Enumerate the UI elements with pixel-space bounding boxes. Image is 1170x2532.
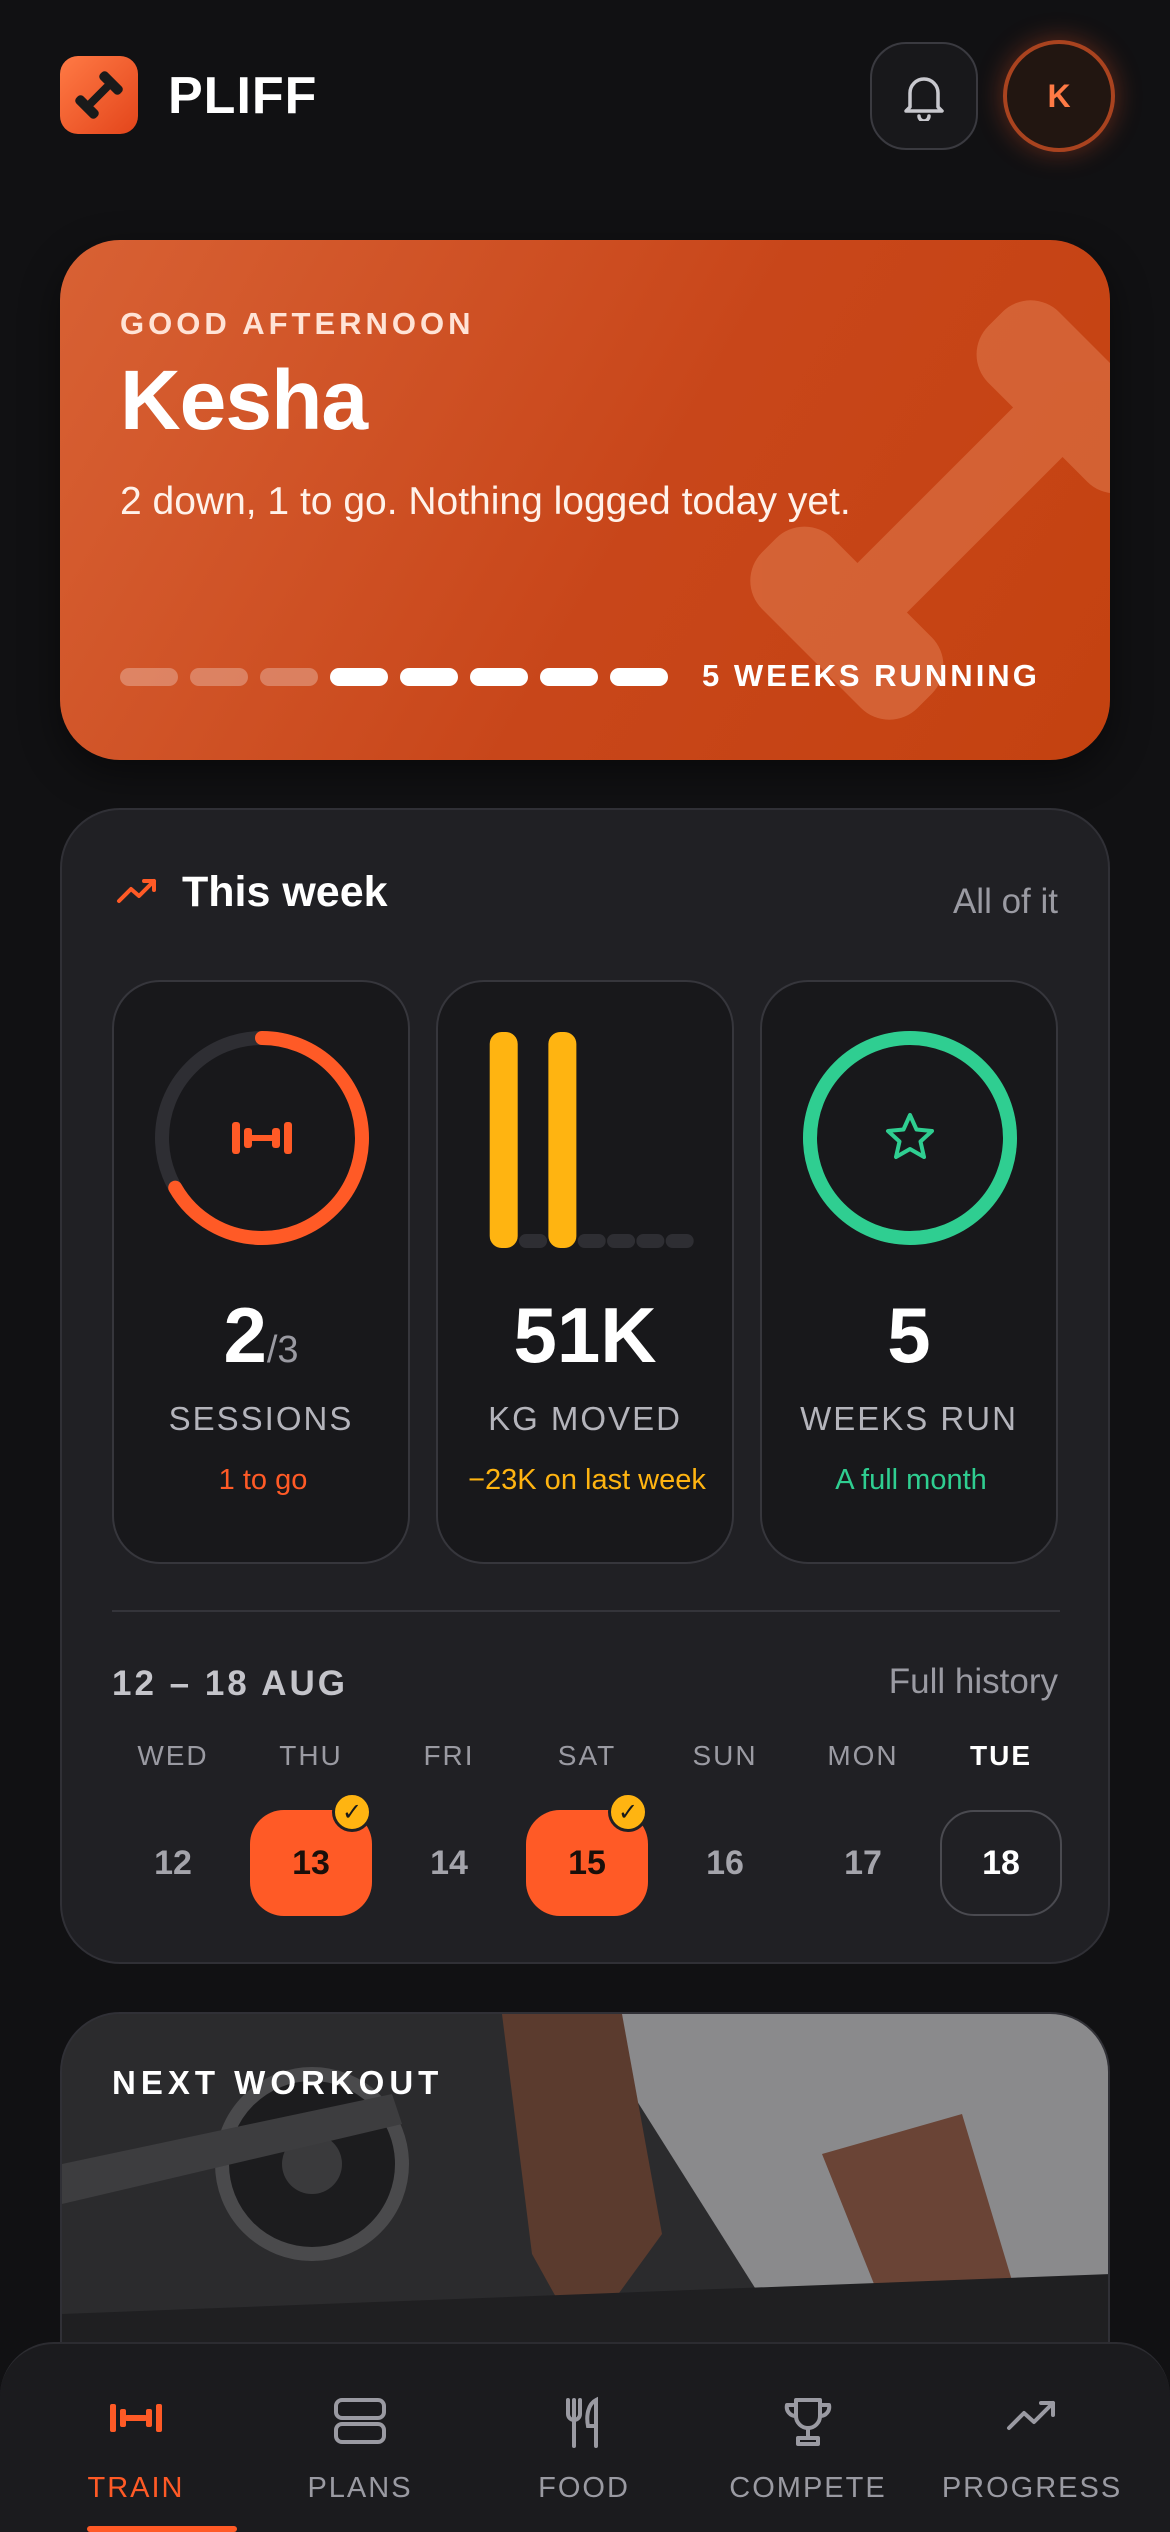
trophy-icon [784,2398,832,2446]
greeting-label: GOOD AFTERNOON [120,306,475,341]
streak-segment [190,668,248,686]
nav-progress[interactable]: PROGRESS [920,2344,1144,2532]
weeks-ring [803,1031,1017,1245]
kg-day-bar [548,1032,577,1248]
day-name: TUE [970,1740,1032,1771]
greeting-card: GOOD AFTERNOON Kesha 2 down, 1 to go. No… [60,240,1110,760]
day-number: 16 [706,1843,744,1882]
day-name: WED [137,1740,209,1771]
day-thu[interactable]: THU 13 ✓ [250,1740,372,1920]
sessions-value: 2/3 [223,1291,299,1379]
nav-food-label: FOOD [538,2472,630,2504]
streak-segment [330,668,388,686]
nav-plans-label: PLANS [307,2472,413,2504]
app-header: PLIFF K [0,0,1170,190]
day-tue[interactable]: TUE 18 [940,1740,1062,1920]
full-history-link[interactable]: Full history [889,1662,1058,1702]
nav-plans[interactable]: PLANS [248,2344,472,2532]
weeks-progress-arc [803,1031,1017,1245]
kg-day-bar [519,1234,548,1248]
day-fri[interactable]: FRI 14 [388,1740,510,1920]
kg-moved-stat[interactable]: 51K KG MOVED −23K on last week [436,980,734,1564]
week-title: This week [182,868,388,916]
nav-progress-label: PROGRESS [941,2472,1123,2504]
all-of-it-link[interactable]: All of it [953,882,1058,922]
active-tab-indicator [87,2526,237,2532]
date-range: 12 – 18 AUG [112,1664,348,1703]
plans-icon [334,2398,386,2444]
bottom-navigation: TRAIN PLANS FOOD COMPETE PROGRESS [0,2342,1170,2532]
weeks-note: A full month [835,1464,987,1496]
kg-note: −23K on last week [468,1464,706,1496]
day-name: SAT [557,1740,617,1771]
this-week-card: This week All of it 2/3 SESSIONS 1 to go… [60,808,1110,1964]
user-name: Kesha [120,353,368,447]
day-name: FRI [423,1740,475,1771]
kg-daily-bars [489,1032,694,1248]
sessions-note: 1 to go [218,1464,308,1496]
app-logo [60,56,138,134]
streak-segment [610,668,668,686]
nav-compete-label: COMPETE [729,2472,887,2504]
kg-label: KG MOVED [488,1400,682,1437]
day-number: 14 [430,1843,468,1882]
day-number: 17 [844,1843,882,1882]
kg-day-bar [636,1234,665,1248]
notifications-button[interactable] [870,42,978,150]
sessions-ring [155,1031,369,1245]
streak-label: 5 WEEKS RUNNING [702,658,1040,693]
nav-compete[interactable]: COMPETE [696,2344,920,2532]
streak-progress [120,668,668,686]
day-sun[interactable]: SUN 16 [664,1740,786,1920]
check-icon: ✓ [332,1792,372,1832]
week-days-strip: WED 12 THU 13 ✓ FRI 14 SAT 15 ✓ SUN 16 MON 17 TUE 18 [112,1740,1078,1920]
streak-segment [260,668,318,686]
weeks-label: WEEKS RUN [800,1400,1018,1437]
streak-segment [400,668,458,686]
weeks-run-stat[interactable]: 5 WEEKS RUN A full month [760,980,1058,1564]
nav-train-label: TRAIN [87,2472,185,2504]
trend-up-icon [1007,2401,1055,2430]
nav-food[interactable]: FOOD [472,2344,696,2532]
day-number: 12 [154,1843,192,1882]
streak-segment [120,668,178,686]
kg-value: 51K [513,1291,657,1379]
dumbbell-icon [75,71,123,119]
bell-icon [904,77,944,121]
avatar[interactable]: K [1003,40,1115,152]
weeks-value: 5 [887,1291,931,1379]
day-sat[interactable]: SAT 15 ✓ [526,1740,648,1920]
app-title: PLIFF [168,67,318,125]
dumbbell-icon [110,2404,162,2432]
kg-day-bar [665,1234,694,1248]
day-name: MON [827,1740,899,1771]
fork-knife-icon [566,2396,598,2448]
divider [112,1610,1060,1612]
kg-day-bar [489,1032,518,1248]
kg-day-bar [577,1234,606,1248]
day-number: 18 [940,1810,1062,1916]
streak-segment [470,668,528,686]
check-icon: ✓ [608,1792,648,1832]
sessions-label: SESSIONS [168,1400,354,1437]
day-name: SUN [692,1740,758,1771]
next-workout-label: NEXT WORKOUT [112,2064,444,2101]
nav-train[interactable]: TRAIN [24,2344,248,2532]
day-name: THU [279,1740,343,1771]
trend-up-icon [117,879,156,903]
dumbbell-icon [232,1122,292,1154]
day-mon[interactable]: MON 17 [802,1740,924,1920]
star-icon [886,1113,934,1159]
day-wed[interactable]: WED 12 [112,1740,234,1920]
sessions-stat[interactable]: 2/3 SESSIONS 1 to go [112,980,410,1564]
kg-day-bar [607,1234,636,1248]
streak-segment [540,668,598,686]
greeting-subtitle: 2 down, 1 to go. Nothing logged today ye… [120,480,851,523]
